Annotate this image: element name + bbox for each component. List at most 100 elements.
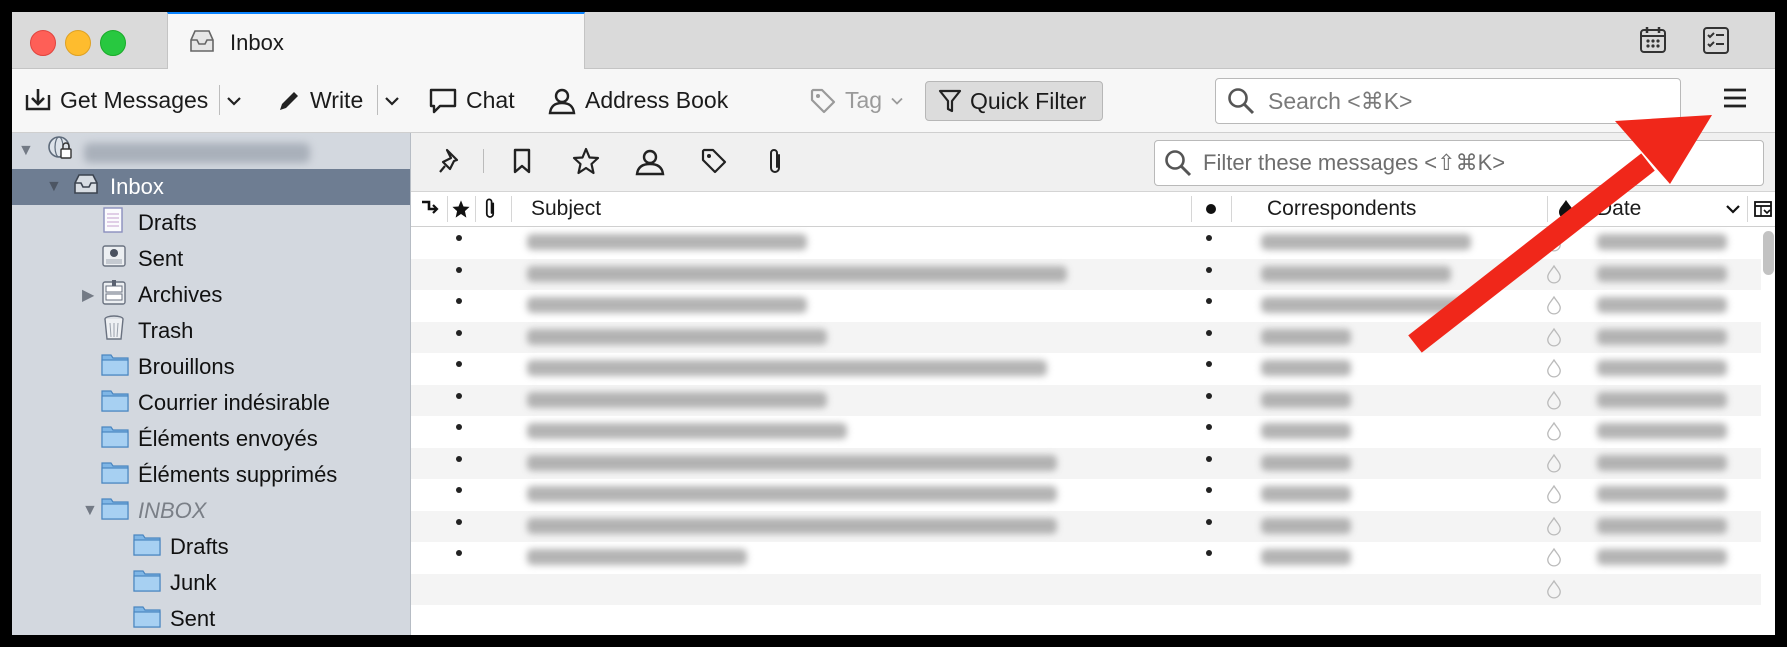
chat-bubble-icon <box>429 88 457 113</box>
get-messages-button[interactable]: Get Messages <box>24 69 208 132</box>
unread-dot <box>456 298 462 304</box>
junk-flame-icon[interactable] <box>1546 358 1562 383</box>
table-row[interactable] <box>411 227 1761 259</box>
junk-status-column-icon[interactable] <box>1557 192 1575 226</box>
sidebar-item-sent[interactable]: Sent <box>12 241 410 277</box>
sticky-pin-icon[interactable] <box>437 147 465 180</box>
sidebar-item-drafts[interactable]: Drafts <box>12 205 410 241</box>
message-list-scrollbar[interactable] <box>1763 231 1774 275</box>
subject-redacted <box>527 265 1067 282</box>
unread-dot <box>456 487 462 493</box>
zoom-window-button[interactable] <box>100 30 126 56</box>
sidebar-item-junk[interactable]: Junk <box>12 565 410 601</box>
address-book-button[interactable]: Address Book <box>547 69 728 132</box>
table-row[interactable] <box>411 353 1761 385</box>
sidebar-item-inbox-drafts[interactable]: Drafts <box>12 529 410 565</box>
write-button[interactable]: Write <box>276 69 363 132</box>
junk-flame-icon[interactable] <box>1546 390 1562 415</box>
main-toolbar: Get Messages Write Chat Address Book Tag <box>12 69 1775 133</box>
junk-flame-icon[interactable] <box>1546 264 1562 289</box>
unread-dot <box>456 455 462 462</box>
folder-icon <box>100 351 130 383</box>
star-icon[interactable] <box>572 147 600 180</box>
attachment-icon[interactable] <box>764 147 786 182</box>
junk-flame-icon[interactable] <box>1546 421 1562 446</box>
junk-flame-icon[interactable] <box>1546 453 1562 478</box>
tab-inbox[interactable]: Inbox <box>167 12 585 69</box>
sidebar-item-elements-supprimes[interactable]: Éléments supprimés <box>12 457 410 493</box>
chevron-down-icon <box>891 97 903 105</box>
search-input[interactable] <box>1266 86 1670 116</box>
sidebar-item-brouillons[interactable]: Brouillons <box>12 349 410 385</box>
table-row[interactable] <box>411 321 1761 353</box>
expand-twisty-icon[interactable]: ▼ <box>82 502 98 520</box>
message-list-header: Subject Correspondents Date <box>411 192 1775 227</box>
tag-button[interactable]: Tag <box>809 69 912 132</box>
sidebar-item-elements-envoyes[interactable]: Éléments envoyés <box>12 421 410 457</box>
folder-label: Courrier indésirable <box>138 390 330 415</box>
folder-label: Trash <box>138 318 194 343</box>
tag-label: Tag <box>845 87 883 113</box>
date-redacted <box>1597 328 1727 345</box>
calendar-icon[interactable] <box>1637 24 1669 61</box>
junk-flame-icon[interactable] <box>1546 484 1562 509</box>
correspondent-redacted <box>1261 391 1351 408</box>
junk-flame-icon[interactable] <box>1546 232 1562 257</box>
chat-button[interactable]: Chat <box>428 69 515 132</box>
attachment-column-icon[interactable] <box>481 192 499 226</box>
filter-input[interactable] <box>1201 149 1745 177</box>
table-row[interactable] <box>411 258 1761 290</box>
junk-flame-icon[interactable] <box>1546 547 1562 572</box>
read-status-column-icon[interactable] <box>1205 192 1217 226</box>
folder-label: Inbox <box>110 174 164 199</box>
column-divider <box>1747 196 1748 222</box>
junk-flame-icon[interactable] <box>1546 327 1562 352</box>
global-search-field[interactable] <box>1215 78 1681 124</box>
get-messages-dropdown[interactable] <box>226 69 242 132</box>
correspondents-column-header[interactable]: Correspondents <box>1267 192 1416 226</box>
tag-icon[interactable] <box>700 147 728 180</box>
junk-flame-icon[interactable] <box>1546 516 1562 541</box>
collapsed-twisty-icon[interactable]: ▶ <box>82 285 94 305</box>
expand-twisty-icon[interactable]: ▼ <box>46 178 62 196</box>
star-column-icon[interactable] <box>451 192 471 226</box>
table-row[interactable] <box>411 384 1761 416</box>
tasks-icon[interactable] <box>1700 24 1732 61</box>
sidebar-item-inbox[interactable]: ▼ Inbox <box>12 169 410 205</box>
table-row[interactable] <box>411 510 1761 542</box>
junk-flame-icon[interactable] <box>1546 579 1562 604</box>
thread-column-icon[interactable] <box>419 192 439 226</box>
minimize-window-button[interactable] <box>65 30 91 56</box>
sidebar-item-archives[interactable]: ▶ Archives <box>12 277 410 313</box>
sidebar-item-inbox-imap[interactable]: ▼ INBOX <box>12 493 410 529</box>
close-window-button[interactable] <box>30 30 56 56</box>
table-row[interactable] <box>411 573 1761 605</box>
table-row[interactable] <box>411 290 1761 322</box>
sidebar-item-courrier-indesirable[interactable]: Courrier indésirable <box>12 385 410 421</box>
table-row[interactable] <box>411 542 1761 574</box>
junk-flame-icon[interactable] <box>1546 295 1562 320</box>
correspondent-redacted <box>1261 265 1451 282</box>
contact-icon[interactable] <box>634 147 666 182</box>
sort-chevron-down-icon[interactable] <box>1725 192 1741 226</box>
quick-filter-button[interactable]: Quick Filter <box>925 81 1103 121</box>
unread-dot <box>456 329 462 336</box>
chat-label: Chat <box>466 87 515 113</box>
unread-filter-icon[interactable] <box>509 147 535 180</box>
sidebar-item-trash[interactable]: Trash <box>12 313 410 349</box>
table-row[interactable] <box>411 447 1761 479</box>
correspondent-redacted <box>1261 328 1351 345</box>
sidebar-item-inbox-sent[interactable]: Sent <box>12 601 410 635</box>
date-column-header[interactable]: Date <box>1597 192 1641 226</box>
filter-messages-field[interactable] <box>1154 140 1764 186</box>
date-redacted <box>1597 391 1727 408</box>
subject-column-header[interactable]: Subject <box>531 192 601 226</box>
write-dropdown[interactable] <box>384 69 400 132</box>
expand-twisty-icon[interactable]: ▼ <box>18 142 34 160</box>
column-picker-icon[interactable] <box>1753 192 1773 226</box>
folder-label: Sent <box>138 246 184 271</box>
table-row[interactable] <box>411 416 1761 448</box>
app-menu-button[interactable] <box>1722 85 1748 116</box>
table-row[interactable] <box>411 479 1761 511</box>
account-row[interactable]: ▼ <box>12 133 410 169</box>
